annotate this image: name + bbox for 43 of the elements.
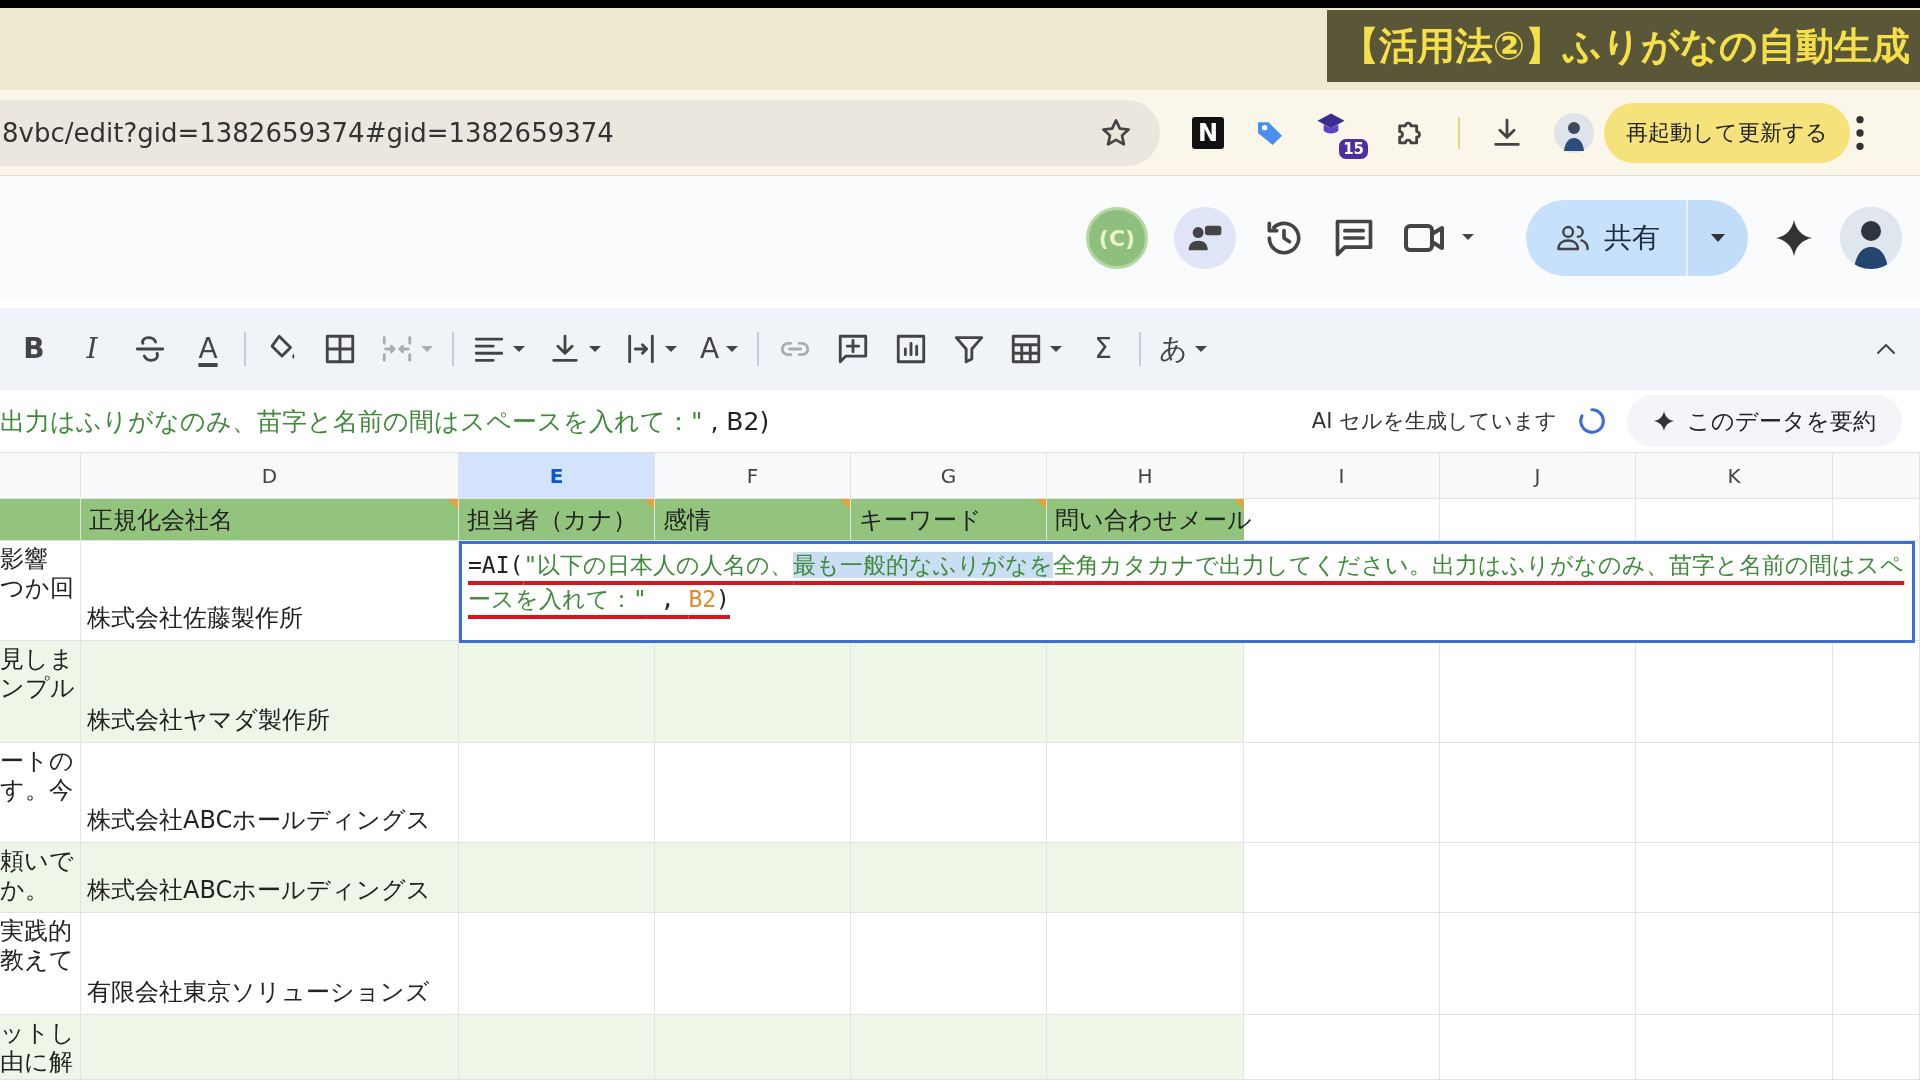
- column-header[interactable]: F: [655, 453, 851, 499]
- update-button[interactable]: 再起動して更新する: [1604, 102, 1850, 163]
- cell-text: ンプル: [0, 674, 76, 703]
- header-cell: 感情: [655, 499, 851, 541]
- cell-text: ットし: [0, 1019, 76, 1048]
- column-header[interactable]: I: [1244, 453, 1440, 499]
- header-cell: 担当者（カナ）: [459, 499, 655, 541]
- bold-button[interactable]: B: [8, 321, 60, 377]
- column-header[interactable]: K: [1636, 453, 1833, 499]
- count-badge: 15: [1337, 136, 1370, 161]
- status-text: AI セルを生成しています: [1311, 408, 1557, 435]
- address-bar[interactable]: 8vbc/edit?gid=1382659374#gid=1382659374: [0, 99, 1160, 166]
- functions-button[interactable]: Σ: [1077, 321, 1130, 377]
- table-cell: 株式会社ヤマダ製作所: [81, 641, 459, 743]
- cell-text: 見しま: [0, 645, 75, 674]
- input-tools-button[interactable]: あ: [1151, 321, 1217, 377]
- cell-editor[interactable]: =AI("以下の日本人の人名の、最も一般的なふりがなを全角カタカナで出力してください。出力はふりがなのみ、苗字と名前の間はスペースを入れて：" , B2): [459, 541, 1915, 643]
- share-button[interactable]: 共有: [1526, 200, 1686, 276]
- summarize-button[interactable]: このデータを要約: [1627, 395, 1902, 447]
- extension-icon[interactable]: N: [1192, 116, 1224, 149]
- column-header[interactable]: J: [1440, 453, 1636, 499]
- cell-text: 教えて: [0, 946, 75, 975]
- formula-text[interactable]: 出力はふりがなのみ、苗字と名前の間はスペースを入れて：" , B2): [0, 404, 770, 438]
- video-title: 【活用法②】ふりがなの自動生成: [1326, 10, 1920, 82]
- column-header[interactable]: E: [459, 453, 655, 499]
- text-rotation-button[interactable]: A: [692, 321, 748, 377]
- column-header[interactable]: D: [81, 453, 459, 499]
- cell-text: つか回: [0, 574, 75, 603]
- italic-button[interactable]: I: [66, 321, 118, 377]
- column-header[interactable]: H: [1047, 453, 1244, 499]
- cell-text: 頼いで: [0, 847, 75, 876]
- table-cell: 株式会社ABCホールディングス: [81, 843, 459, 913]
- url-text: 8vbc/edit?gid=1382659374#gid=1382659374: [2, 117, 614, 148]
- cell-text: か。: [0, 876, 50, 905]
- cell-text: ートの: [0, 747, 75, 776]
- cell-text: 実践的: [0, 917, 73, 946]
- cell-text: 影響: [0, 545, 49, 574]
- cell-text: す。今: [0, 776, 74, 805]
- text-color-button[interactable]: A: [182, 321, 234, 377]
- cell-text: 由に解: [0, 1048, 74, 1077]
- header-cell: キーワード: [851, 499, 1047, 541]
- header-cell: 正規化会社名: [81, 499, 459, 541]
- column-header[interactable]: G: [851, 453, 1047, 499]
